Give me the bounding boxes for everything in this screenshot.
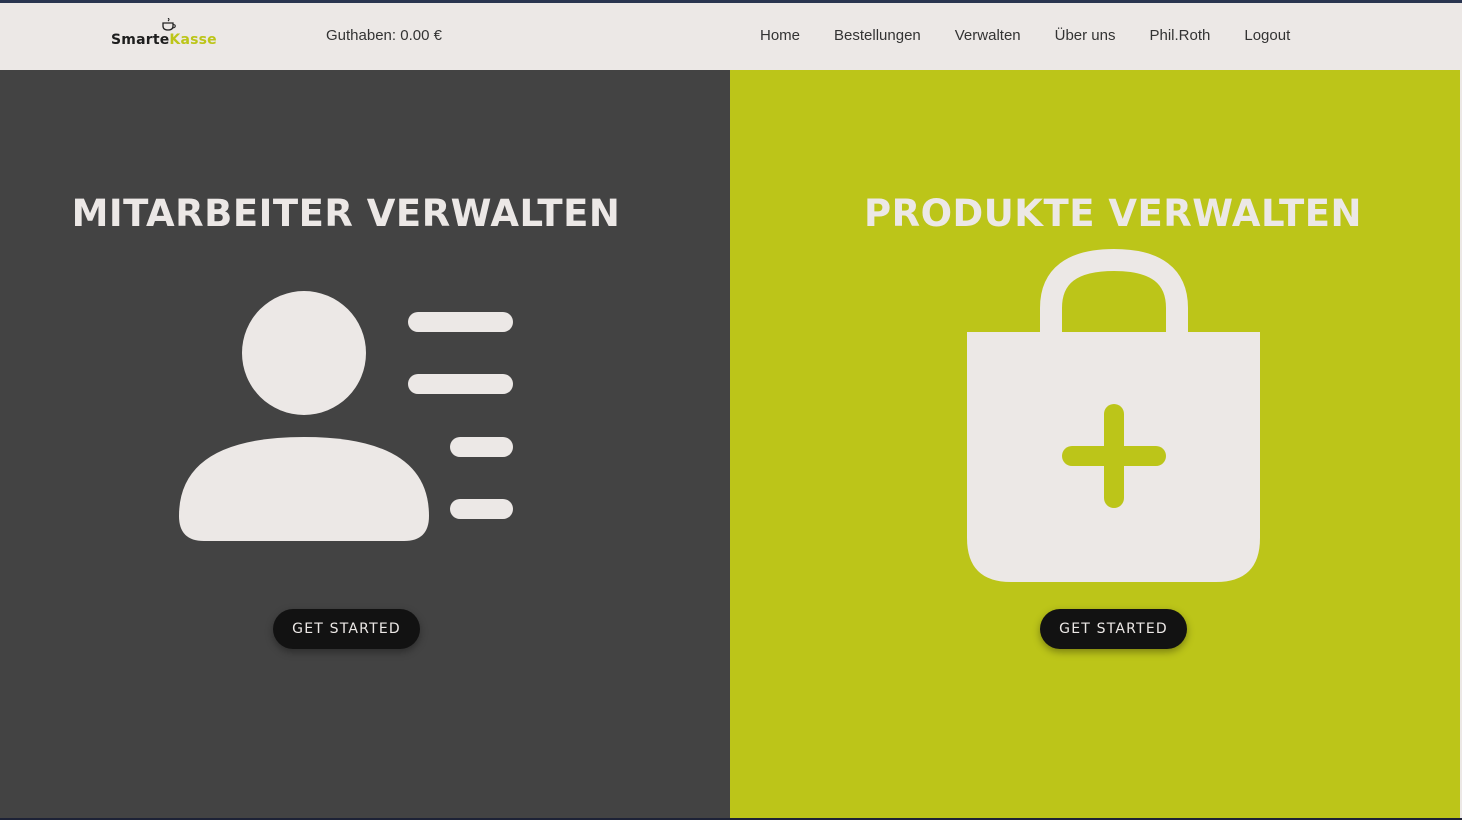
coffee-cup-icon	[162, 18, 176, 31]
nav-user-profile[interactable]: Phil.Roth	[1150, 27, 1211, 44]
balance-display: Guthaben: 0.00 €	[326, 27, 442, 44]
main-nav: Home Bestellungen Verwalten Über uns Phi…	[760, 27, 1290, 44]
nav-home[interactable]: Home	[760, 27, 800, 44]
nav-manage[interactable]: Verwalten	[955, 27, 1021, 44]
brand-wordmark: SmarteKasse	[111, 32, 217, 48]
products-get-started-button[interactable]: GET STARTED	[1040, 609, 1187, 649]
products-panel: PRODUKTE VERWALTEN GET STARTED	[730, 70, 1460, 818]
top-navbar: SmarteKasse Guthaben: 0.00 € Home Bestel…	[0, 3, 1462, 70]
nav-orders[interactable]: Bestellungen	[834, 27, 921, 44]
nav-about[interactable]: Über uns	[1055, 27, 1116, 44]
user-list-icon	[179, 291, 513, 541]
brand-logo[interactable]: SmarteKasse	[111, 18, 226, 54]
products-panel-title: PRODUKTE VERWALTEN	[863, 192, 1362, 235]
employees-panel-title: MITARBEITER VERWALTEN	[71, 192, 621, 235]
brand-name-part2: Kasse	[169, 32, 217, 48]
employees-get-started-button[interactable]: GET STARTED	[273, 609, 420, 649]
brand-name-part1: Smarte	[111, 32, 170, 48]
nav-logout[interactable]: Logout	[1244, 27, 1290, 44]
employees-panel: MITARBEITER VERWALTEN GET STARTED	[0, 70, 730, 818]
shopping-bag-add-icon	[967, 248, 1260, 582]
